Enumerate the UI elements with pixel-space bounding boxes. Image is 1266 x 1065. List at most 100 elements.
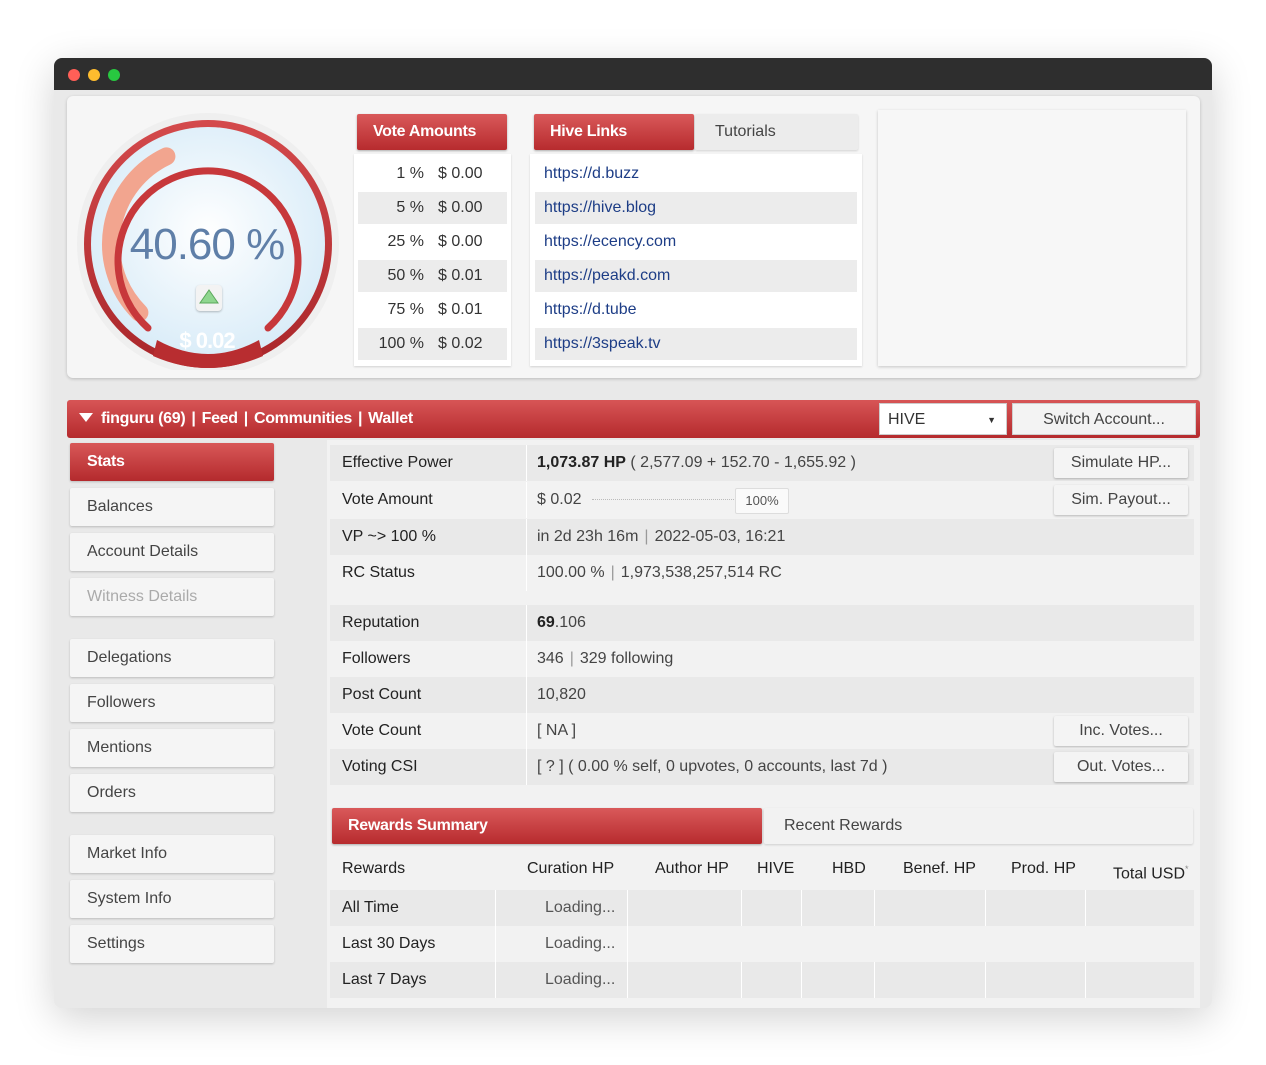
- column-header: HBD: [832, 860, 866, 877]
- link-peakd[interactable]: https://peakd.com: [544, 267, 670, 284]
- sidebar-item-stats[interactable]: Stats: [70, 443, 274, 481]
- sidebar-item-followers[interactable]: Followers: [70, 684, 274, 722]
- sidebar-item-delegations[interactable]: Delegations: [70, 639, 274, 677]
- communities-link[interactable]: Communities: [254, 410, 352, 427]
- dropdown-arrow-icon: ▼: [987, 415, 996, 425]
- table-row: All Time Loading...: [330, 890, 1194, 926]
- effective-power-value: 1,073.87 HP ( 2,577.09 + 152.70 - 1,655.…: [537, 454, 856, 471]
- column-header: HIVE: [757, 860, 795, 877]
- column-header: Benef. HP: [903, 860, 976, 877]
- tab-hive-links[interactable]: Hive Links: [534, 114, 694, 150]
- rewards-header-row: Rewards Curation HP Author HP HIVE HBD B…: [330, 852, 1194, 886]
- sidebar-item-orders[interactable]: Orders: [70, 774, 274, 812]
- tab-vote-amounts[interactable]: Vote Amounts: [357, 114, 507, 150]
- vote-row: 75 % $ 0.01: [387, 301, 483, 318]
- link-hive-blog[interactable]: https://hive.blog: [544, 199, 656, 216]
- list-item: https://ecency.com: [535, 226, 857, 258]
- table-row: Vote Amount $ 0.02 100% Sim. Payout...: [330, 482, 1194, 518]
- table-row: Last 7 Days Loading...: [330, 962, 1194, 998]
- row-label: RC Status: [342, 564, 415, 581]
- link-ecency[interactable]: https://ecency.com: [544, 233, 676, 250]
- list-item: https://peakd.com: [535, 260, 857, 292]
- vote-weight-slider[interactable]: [592, 499, 742, 500]
- tab-rewards-summary[interactable]: Rewards Summary: [332, 808, 762, 844]
- sidebar-item-market-info[interactable]: Market Info: [70, 835, 274, 873]
- row-label: Vote Amount: [342, 491, 433, 508]
- vote-row: 100 % $ 0.02: [358, 328, 507, 360]
- loading-text: Loading...: [545, 899, 616, 916]
- feed-link[interactable]: Feed: [202, 410, 238, 427]
- list-item: https://3speak.tv: [535, 328, 857, 360]
- loading-text: Loading...: [545, 971, 616, 988]
- vote-amounts-table: 1 % $ 0.00 5 % $ 0.00 25 % $ 0.00 50 % $ 0.0…: [354, 154, 511, 366]
- row-label: Last 30 Days: [342, 935, 436, 952]
- table-row: Followers 346 | 329 following: [330, 641, 1194, 677]
- vote-count-value: [ NA ]: [537, 722, 577, 739]
- reputation-value: 69.106: [537, 614, 586, 631]
- sidebar-item-settings[interactable]: Settings: [70, 925, 274, 963]
- empty-panel: [878, 110, 1186, 366]
- chain-select[interactable]: HIVE ▼: [879, 403, 1007, 435]
- link-3speak[interactable]: https://3speak.tv: [544, 335, 661, 352]
- sidebar: Stats Balances Account Details Witness D…: [67, 440, 277, 1008]
- followers-value: 346 | 329 following: [537, 650, 674, 667]
- stats-panel: Effective Power 1,073.87 HP ( 2,577.09 +…: [327, 440, 1200, 1008]
- column-header: Rewards: [342, 860, 406, 877]
- table-row: Last 30 Days Loading...: [330, 926, 1194, 962]
- top-panel: 40.60 % $ 0.02 Vote Amounts 1 % $ 0.00 5 …: [67, 96, 1200, 378]
- vote-row: 1 % $ 0.00: [396, 165, 483, 182]
- vote-row: 50 % $ 0.01: [358, 260, 507, 292]
- vote-weight-chip[interactable]: 100%: [735, 488, 789, 514]
- rewards-panel: Rewards Summary Recent Rewards Rewards C…: [327, 786, 1200, 1008]
- caret-down-icon[interactable]: [79, 413, 93, 422]
- sidebar-item-system-info[interactable]: System Info: [70, 880, 274, 918]
- tab-recent-rewards[interactable]: Recent Rewards: [764, 808, 1193, 844]
- account-name-link[interactable]: finguru (69): [101, 410, 186, 427]
- minimize-window-button[interactable]: [88, 69, 100, 81]
- row-label: Reputation: [342, 614, 420, 631]
- sidebar-item-witness-details[interactable]: Witness Details: [70, 578, 274, 616]
- list-item: https://d.tube: [535, 294, 857, 326]
- tab-tutorials[interactable]: Tutorials: [695, 114, 858, 150]
- column-header: Curation HP: [527, 860, 615, 877]
- sidebar-item-account-details[interactable]: Account Details: [70, 533, 274, 571]
- table-row: RC Status 100.00 % | 1,973,538,257,514 RC: [330, 555, 1194, 591]
- sidebar-item-balances[interactable]: Balances: [70, 488, 274, 526]
- simulate-hp-button[interactable]: Simulate HP...: [1054, 448, 1188, 478]
- row-label: Vote Count: [342, 722, 422, 739]
- link-dtube[interactable]: https://d.tube: [544, 301, 637, 318]
- account-bar: finguru (69) | Feed | Communities | Wallet HIV…: [67, 400, 1200, 438]
- table-row: Reputation 69.106: [330, 605, 1194, 641]
- sim-payout-button[interactable]: Sim. Payout...: [1054, 485, 1188, 515]
- post-count-value: 10,820: [537, 686, 586, 703]
- triangle-up-icon: [199, 289, 219, 304]
- row-label: Post Count: [342, 686, 422, 703]
- row-label: Effective Power: [342, 454, 453, 471]
- table-row: Effective Power 1,073.87 HP ( 2,577.09 +…: [330, 445, 1194, 481]
- row-label: Last 7 Days: [342, 971, 427, 988]
- close-window-button[interactable]: [68, 69, 80, 81]
- sidebar-item-mentions[interactable]: Mentions: [70, 729, 274, 767]
- table-row: VP ~> 100 % in 2d 23h 16m | 2022-05-03, 16…: [330, 519, 1194, 555]
- vote-row: 5 % $ 0.00: [358, 192, 507, 224]
- incoming-votes-button[interactable]: Inc. Votes...: [1054, 716, 1188, 746]
- table-row: Vote Count [ NA ] Inc. Votes...: [330, 713, 1194, 749]
- link-dbuzz[interactable]: https://d.buzz: [544, 165, 639, 182]
- list-item: https://d.buzz: [535, 158, 857, 190]
- wallet-link[interactable]: Wallet: [368, 410, 413, 427]
- switch-account-button[interactable]: Switch Account...: [1012, 403, 1196, 435]
- loading-text: Loading...: [545, 935, 616, 952]
- vp-recharge-value: in 2d 23h 16m | 2022-05-03, 16:21: [537, 528, 786, 545]
- hive-links-list: https://d.buzz https://hive.blog https:/…: [530, 154, 862, 366]
- trend-up-button[interactable]: [196, 285, 222, 311]
- voting-csi-value: [ ? ] ( 0.00 % self, 0 upvotes, 0 accoun…: [537, 758, 888, 775]
- vote-value-label: $ 0.02: [179, 328, 235, 353]
- rc-status-value: 100.00 % | 1,973,538,257,514 RC: [537, 564, 782, 581]
- vote-row: 25 % $ 0.00: [387, 233, 483, 250]
- window-titlebar: [54, 58, 1212, 90]
- vote-amount-value: $ 0.02: [537, 491, 582, 508]
- account-nav: finguru (69) | Feed | Communities | Wallet: [79, 400, 413, 438]
- column-header: Prod. HP: [1011, 860, 1076, 877]
- outgoing-votes-button[interactable]: Out. Votes...: [1054, 752, 1188, 782]
- maximize-window-button[interactable]: [108, 69, 120, 81]
